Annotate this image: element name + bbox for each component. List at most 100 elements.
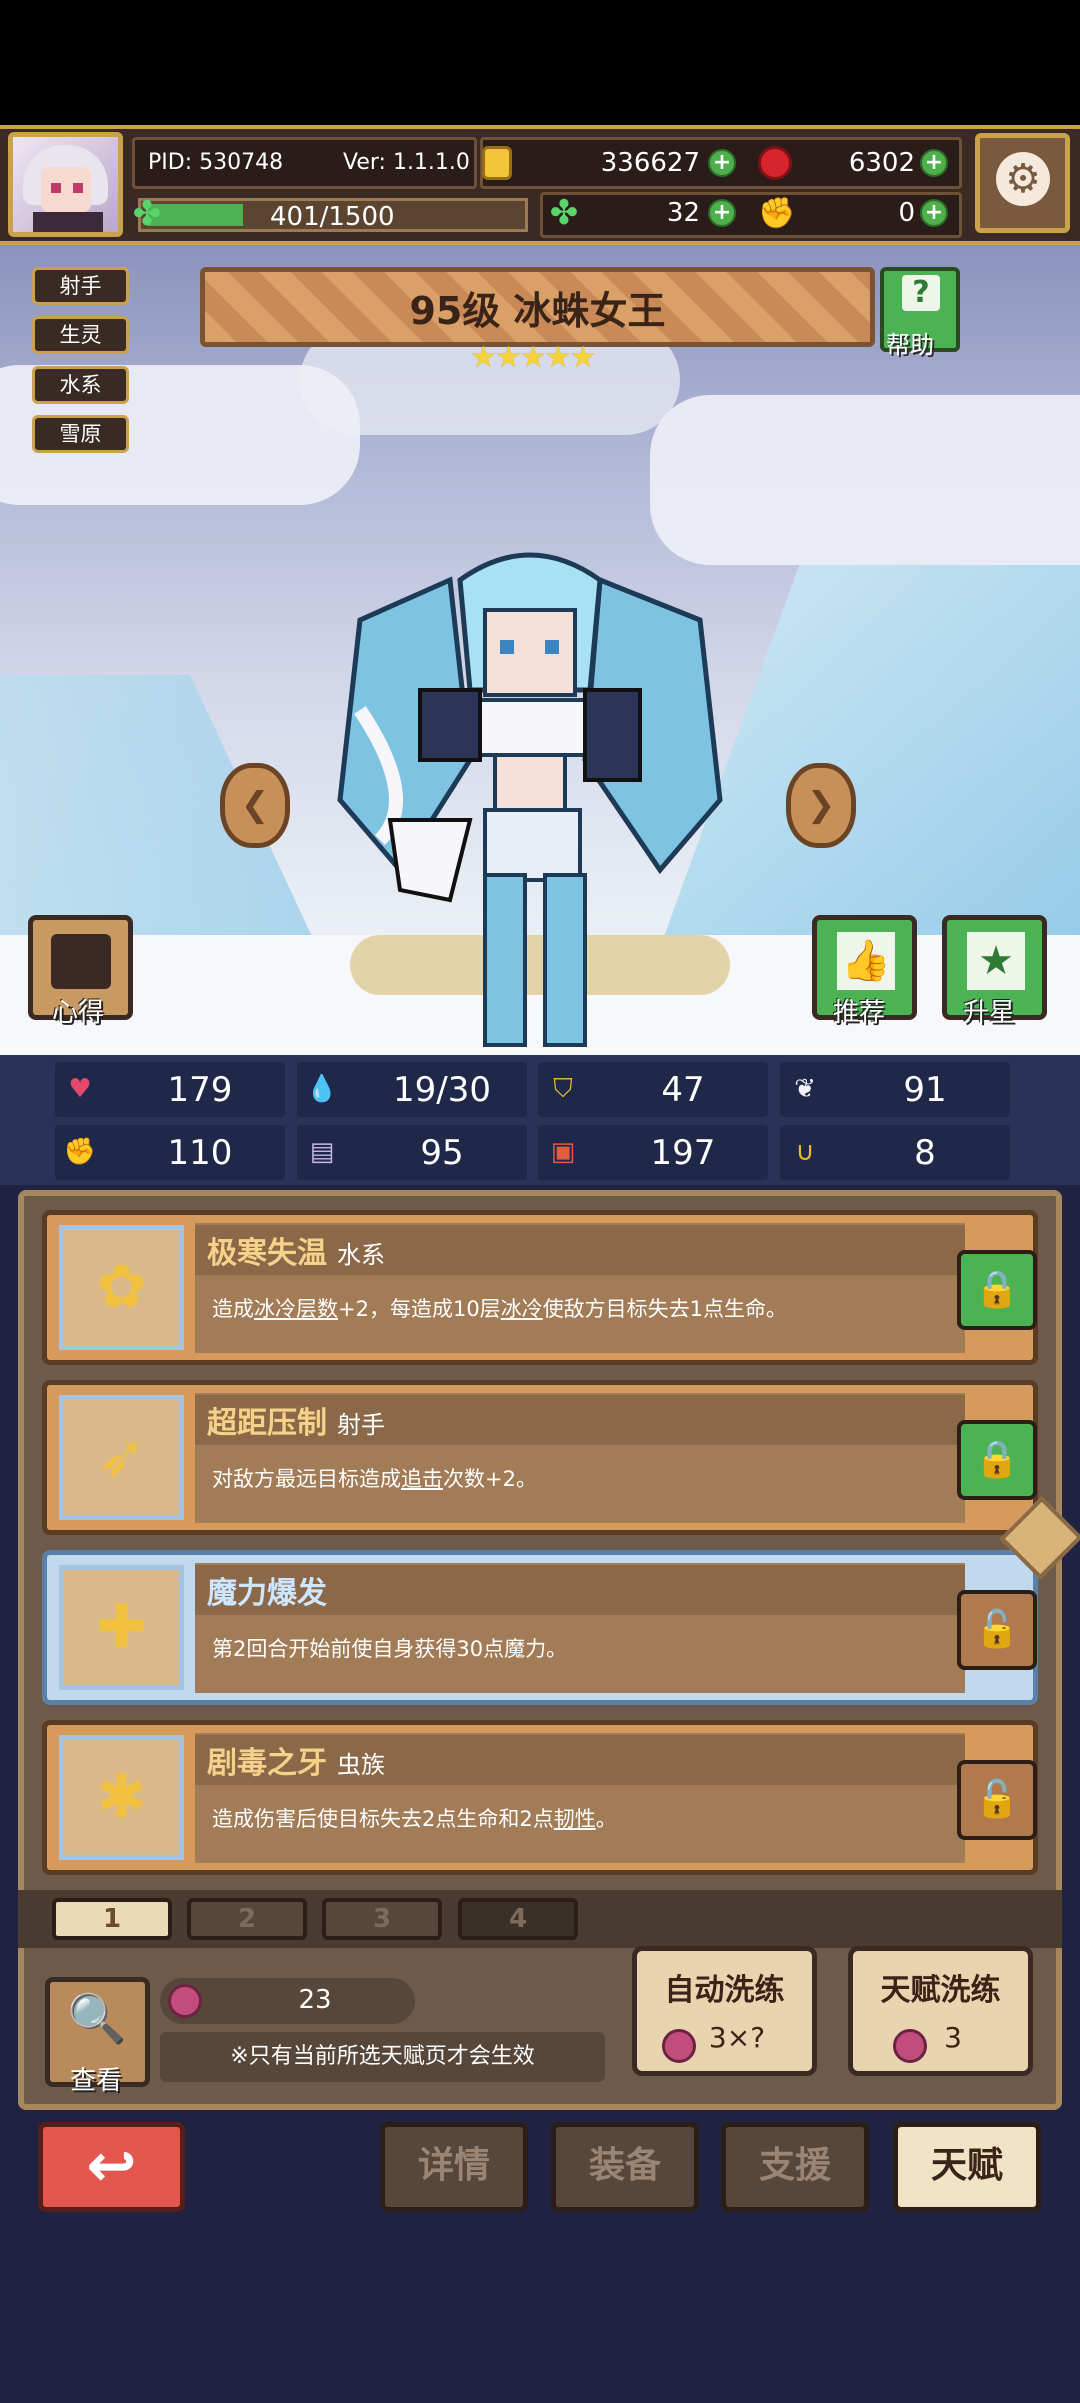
stat-value: 197	[650, 1133, 716, 1173]
hand-icon: ✊	[758, 196, 796, 231]
stat-value: 47	[661, 1070, 705, 1110]
stat-box: ▣ 197	[538, 1125, 768, 1180]
talent-page-2-tab[interactable]: 2	[187, 1898, 307, 1940]
lock-closed-icon[interactable]: 🔒	[957, 1420, 1037, 1500]
nav-equipment-tab[interactable]: 装备	[551, 2122, 699, 2212]
talent-name: 超距压制 射手	[207, 1398, 385, 1442]
auto-refine-label: 自动洗练	[664, 1973, 785, 2008]
insight-label: 心得	[52, 998, 105, 1028]
horseshoe-icon: ∪	[795, 1137, 815, 1167]
scarab-icon: ✱	[96, 1762, 147, 1832]
gear-icon: ⚙	[996, 152, 1050, 206]
talent-page-1-tab[interactable]: 1	[52, 1898, 172, 1940]
potion-icon	[168, 1984, 202, 2018]
talent-icon-frame: ✿	[59, 1225, 184, 1350]
tag-archer: 射手	[32, 267, 129, 305]
talent-icon-frame: ➶	[59, 1395, 184, 1520]
player-avatar[interactable]	[8, 132, 123, 237]
talent-card[interactable]: ✿ 极寒失温 水系造成冰冷层数+2，每造成10层冰冷使敌方目标失去1点生命。 🔒	[42, 1210, 1038, 1365]
clover-icon: ✤	[549, 193, 579, 233]
talent-card[interactable]: ✱ 剧毒之牙 虫族造成伤害后使目标失去2点生命和2点韧性。 🔓	[42, 1720, 1038, 1875]
talent-refine-button[interactable]: 天赋洗练 3	[848, 1946, 1033, 2076]
shield-icon: ⛉	[553, 1074, 573, 1104]
talent-desc-part: 第2回合开始前使自身获得30点魔力。	[212, 1637, 568, 1661]
recommend-label: 推荐	[833, 998, 886, 1028]
stat-value: 19/30	[393, 1070, 491, 1110]
tag-snowfield: 雪原	[32, 415, 129, 453]
talent-description: 第2回合开始前使自身获得30点魔力。	[212, 1633, 567, 1663]
talent-name-text: 魔力爆发	[207, 1576, 327, 1611]
talent-page-3-tab[interactable]: 3	[322, 1898, 442, 1940]
ruby-gem-icon	[758, 146, 792, 180]
talent-icon-frame: ✱	[59, 1735, 184, 1860]
fist-icon: ✊	[63, 1137, 97, 1167]
add-gem-button[interactable]: +	[920, 149, 948, 177]
talent-desc-part: 。	[595, 1807, 617, 1831]
thumbs-up-icon: 👍	[837, 932, 895, 990]
previous-hero-button[interactable]: ❮	[220, 763, 290, 848]
ice-flame-icon: ✿	[96, 1252, 147, 1322]
add-gold-button[interactable]: +	[708, 149, 736, 177]
talent-name: 剧毒之牙 虫族	[207, 1738, 385, 1782]
talent-type: 水系	[337, 1241, 385, 1269]
talent-keyword[interactable]: 追击	[401, 1467, 443, 1491]
add-clover-button[interactable]: +	[708, 199, 736, 227]
exp-value: 401/1500	[270, 202, 395, 232]
talent-name-text: 剧毒之牙	[207, 1746, 327, 1781]
auto-refine-button[interactable]: 自动洗练 3×?	[632, 1946, 817, 2076]
tag-creature: 生灵	[32, 316, 129, 354]
talent-desc-part: +2，每造成10层	[338, 1297, 501, 1321]
return-arrow-icon: ↩	[86, 2131, 137, 2201]
hero-star-rating: ★★★★★	[470, 340, 596, 375]
talent-desc-part: 造成伤害后使目标失去2点生命和2点	[212, 1807, 554, 1831]
help-label: 帮助	[886, 331, 934, 359]
talent-keyword[interactable]: 冰冷	[501, 1297, 543, 1321]
auto-refine-cost: 3×?	[708, 2021, 766, 2054]
game-version: Ver: 1.1.1.0	[343, 150, 470, 175]
cross-plus-icon: ✚	[96, 1592, 147, 1662]
next-hero-button[interactable]: ❯	[786, 763, 856, 848]
talent-name-text: 极寒失温	[207, 1236, 327, 1271]
heart-icon: ♥	[68, 1074, 92, 1104]
stat-box: ✊ 110	[55, 1125, 285, 1180]
talent-keyword[interactable]: 韧性	[554, 1807, 596, 1831]
lock-closed-icon[interactable]: 🔒	[957, 1250, 1037, 1330]
talent-card[interactable]: ➶ 超距压制 射手 对敌方最远目标造成追击次数+2。 🔒	[42, 1380, 1038, 1535]
talent-desc-part: 使敌方目标失去1点生命。	[542, 1297, 788, 1321]
talent-desc-part: 对敌方最远目标造成	[212, 1467, 401, 1491]
talent-type: 虫族	[337, 1751, 385, 1779]
back-button[interactable]: ↩	[38, 2122, 185, 2212]
talent-desc-part: 造成	[212, 1297, 254, 1321]
talent-type: 射手	[337, 1411, 385, 1439]
settings-button[interactable]: ⚙	[975, 133, 1070, 233]
clover-amount: 32	[666, 198, 700, 228]
question-icon: ?	[902, 275, 940, 311]
nav-support-tab[interactable]: 支援	[721, 2122, 869, 2212]
talent-refine-cost: 3	[944, 2021, 962, 2054]
bow-arrow-icon: ➶	[96, 1422, 147, 1492]
wing-icon: ❦	[794, 1074, 816, 1104]
card-icon: ▣	[550, 1137, 576, 1167]
gold-coin-icon	[482, 146, 512, 180]
player-id: PID: 530748	[148, 150, 284, 175]
ice-spider-queen-sprite	[337, 552, 723, 1047]
lock-open-icon[interactable]: 🔓	[957, 1760, 1037, 1840]
stat-value: 8	[914, 1133, 936, 1173]
view-label: 查看	[70, 2066, 123, 2096]
talent-description: 造成冰冷层数+2，每造成10层冰冷使敌方目标失去1点生命。	[212, 1293, 787, 1323]
stat-value: 179	[167, 1070, 233, 1110]
lock-open-icon[interactable]: 🔓	[957, 1590, 1037, 1670]
talent-icon-frame: ✚	[59, 1565, 184, 1690]
talent-card[interactable]: ✚ 魔力爆发第2回合开始前使自身获得30点魔力。 🔓	[42, 1550, 1038, 1705]
star-icon: ★	[967, 932, 1025, 990]
nav-talent-tab[interactable]: 天赋	[893, 2122, 1041, 2212]
gem-amount: 6302	[848, 148, 915, 178]
water-drop-icon: 💧	[305, 1074, 339, 1104]
talent-page-note: ※只有当前所选天赋页才会生效	[160, 2032, 605, 2082]
nav-details-tab[interactable]: 详情	[380, 2122, 528, 2212]
stat-box: ▤ 95	[297, 1125, 527, 1180]
talent-keyword[interactable]: 冰冷层数	[254, 1297, 338, 1321]
talent-page-4-tab[interactable]: 4	[458, 1898, 578, 1940]
tag-water: 水系	[32, 366, 129, 404]
add-hand-button[interactable]: +	[920, 199, 948, 227]
